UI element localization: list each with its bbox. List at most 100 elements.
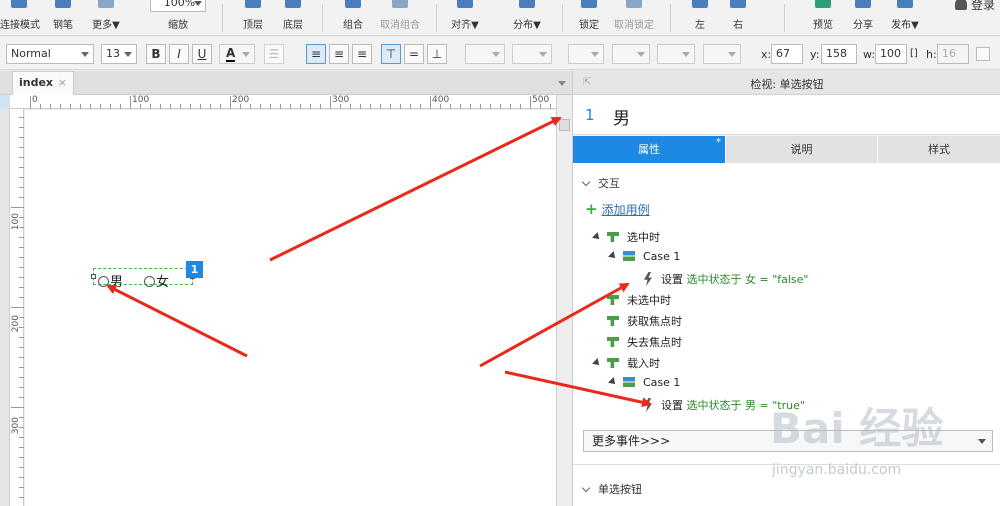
font-size-select[interactable]: 13 (101, 44, 137, 64)
layer-bottom-icon (285, 0, 301, 8)
pen-button[interactable]: 钢笔 (48, 0, 78, 36)
bold-button[interactable]: B (146, 44, 166, 64)
ruler-tick (19, 197, 24, 198)
publish-button[interactable]: 发布▼ (888, 0, 922, 36)
width-input[interactable]: 100 (875, 44, 907, 64)
align-middle-button[interactable]: = (404, 44, 424, 64)
ruler-tick (210, 104, 211, 109)
x-input[interactable]: 67 (771, 44, 803, 64)
case-row[interactable]: Case 1 (608, 250, 680, 263)
canvas-scrollbar[interactable] (556, 95, 572, 506)
ruler-tick (19, 397, 24, 398)
preview-button[interactable]: 预览 (808, 0, 838, 36)
fill-color-dropdown[interactable] (465, 44, 505, 64)
action-row[interactable]: 设置 选中状态于 女 = "false" (643, 271, 809, 287)
group-button[interactable]: 组合 (338, 0, 368, 36)
design-canvas[interactable] (25, 110, 556, 506)
y-input[interactable]: 158 (821, 44, 857, 64)
tab-properties[interactable]: 属性 * (573, 136, 726, 163)
case-row[interactable]: Case 1 (608, 376, 680, 389)
align-center-button[interactable]: ≡ (329, 44, 349, 64)
page-tab-bar: index × (0, 71, 572, 95)
ruler-tick (200, 104, 201, 109)
radio-female[interactable]: 女 (144, 271, 169, 290)
share-button[interactable]: 分享 (848, 0, 878, 36)
h-label: h: (926, 48, 937, 61)
line-width-dropdown[interactable] (612, 44, 650, 64)
add-case-link[interactable]: + 添加用例 (585, 200, 650, 218)
ruler-label: 300 (11, 417, 21, 435)
ruler-label: 200 (232, 95, 250, 105)
left-panel-edge (0, 95, 10, 506)
more-button[interactable]: 更多▼ (88, 0, 124, 36)
close-icon[interactable]: × (58, 72, 67, 94)
align-top-button[interactable]: ⊤ (381, 44, 401, 64)
event-on-selected[interactable]: 选中时 (592, 229, 660, 245)
zoom-select[interactable]: 100% (150, 0, 206, 12)
tab-index[interactable]: index × (12, 71, 74, 95)
align-bottom-button[interactable]: ⊥ (427, 44, 447, 64)
ruler-tick (380, 104, 381, 109)
font-color-dropdown[interactable]: A (219, 44, 255, 64)
toolbar-divider (784, 4, 785, 32)
event-on-blur[interactable]: 失去焦点时 (607, 334, 682, 350)
collapse-triangle-icon (592, 232, 602, 242)
chevron-down-icon[interactable] (558, 81, 566, 86)
event-on-unselected[interactable]: 未选中时 (607, 292, 671, 308)
lock-button[interactable]: 锁定 (574, 0, 604, 36)
event-on-load[interactable]: 载入时 (592, 355, 660, 371)
align-right-button[interactable]: ≡ (352, 44, 372, 64)
toolbar-divider (436, 4, 437, 32)
radio-male[interactable]: 男 (98, 271, 123, 290)
ruler-tick (11, 207, 24, 208)
chevron-down-icon (81, 52, 89, 57)
right-button[interactable]: 右 (726, 0, 750, 36)
ruler-tick (19, 127, 24, 128)
chevron-down-icon (591, 52, 599, 57)
login-button[interactable]: 登录 (955, 0, 995, 13)
ungroup-button[interactable]: 取消组合 (376, 0, 424, 36)
connect-mode-button[interactable]: 连接模式 (0, 0, 40, 36)
underline-button[interactable]: U (192, 44, 212, 64)
tab-style[interactable]: 样式 (878, 136, 1000, 163)
align-left-button[interactable]: ≡ (306, 44, 326, 64)
lightning-icon (644, 272, 652, 286)
widget-name-field[interactable]: 男 (613, 104, 630, 129)
left-button[interactable]: 左 (688, 0, 712, 36)
constrain-proportions-icon[interactable]: [] (910, 48, 918, 59)
distribute-button[interactable]: 分布▼ (510, 0, 544, 36)
toolbar-divider (670, 4, 671, 32)
unlock-button[interactable]: 取消锁定 (612, 0, 656, 36)
hidden-checkbox[interactable] (976, 47, 990, 61)
height-input[interactable]: 16 (937, 44, 969, 64)
tab-notes[interactable]: 说明 (726, 136, 878, 163)
align-button[interactable]: 对齐▼ (448, 0, 482, 36)
ruler-tick (70, 104, 71, 109)
line-style-dropdown[interactable] (657, 44, 695, 64)
section-interaction[interactable]: 交互 (581, 175, 620, 191)
ruler-tick (19, 267, 24, 268)
send-to-back-button[interactable]: 底层 (278, 0, 308, 36)
ruler-tick (130, 96, 131, 109)
bring-to-front-button[interactable]: 顶层 (238, 0, 268, 36)
ruler-tick (11, 407, 24, 408)
italic-button[interactable]: I (169, 44, 189, 64)
pen-icon (55, 0, 71, 8)
arrow-style-dropdown[interactable] (703, 44, 741, 64)
shadow-dropdown[interactable] (512, 44, 552, 64)
event-on-focus[interactable]: 获取焦点时 (607, 313, 682, 329)
font-style-select[interactable]: Normal (6, 44, 94, 64)
line-color-dropdown[interactable] (568, 44, 604, 64)
ruler-tick (190, 104, 191, 109)
distribute-icon (519, 0, 535, 8)
scrollbar-thumb[interactable] (559, 119, 570, 131)
ruler-tick (370, 104, 371, 109)
section-radio-button[interactable]: 单选按钮 (581, 481, 642, 497)
radio-group-widget[interactable]: 男 女 (93, 268, 193, 290)
bullet-list-button[interactable]: ☰ (264, 44, 284, 64)
ruler-tick (19, 287, 24, 288)
ruler-tick (180, 104, 181, 109)
ruler-tick (410, 104, 411, 109)
ruler-tick (19, 357, 24, 358)
resize-handle[interactable] (91, 274, 96, 279)
